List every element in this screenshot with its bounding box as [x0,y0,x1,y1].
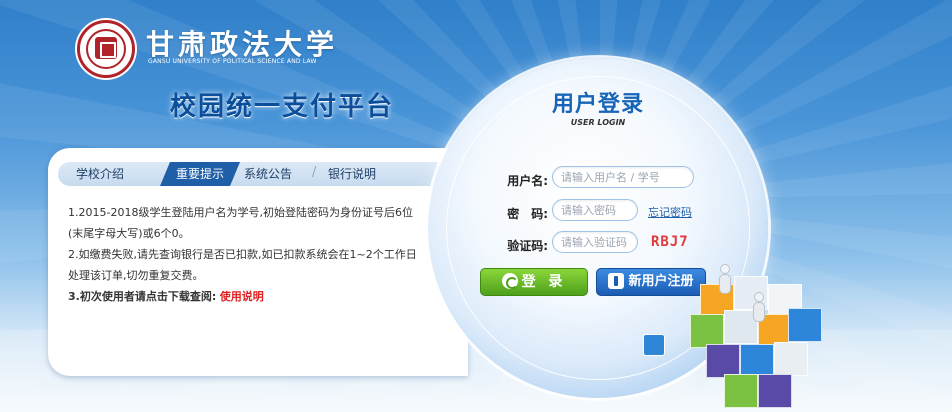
cube-cell [724,374,758,408]
user-manual-link[interactable]: 使用说明 [220,290,264,303]
info-tabs: 学校介绍 重要提示 系统公告 / 银行说明 [58,162,448,186]
login-arrow-icon [501,273,518,289]
register-info-icon [608,272,625,289]
cube-cell [774,342,808,376]
login-title: 用户登录 [551,92,644,117]
figure-icon [719,274,731,294]
notice-line-1: 1.2015-2018级学生登陆用户名为学号,初始登陆密码为身份证号后6位(末尾… [68,206,413,240]
username-label: 用户名: [507,174,548,188]
notice-line-3-text: 3.初次使用者请点击下载查阅: [68,290,217,303]
cube-cell [690,314,724,348]
notice-line-3: 3.初次使用者请点击下载查阅: 使用说明 [68,286,420,307]
cube-cell [740,344,774,378]
info-panel: 学校介绍 重要提示 系统公告 / 银行说明 1.2015-2018级学生登陆用户… [48,148,468,376]
tab-separator: / [312,165,317,180]
small-cube-icon [643,334,665,356]
university-name-en: GANSU UNIVERSITY OF POLITICAL SCIENCE AN… [148,58,317,65]
password-label: 密 码: [507,207,548,221]
university-seal-logo [77,20,135,78]
tab-bank-info[interactable]: 银行说明 [328,162,376,186]
login-subtitle: USER LOGIN [570,118,626,127]
tab-important-notice[interactable]: 重要提示 [160,162,240,186]
forgot-password-link[interactable]: 忘记密码 [648,204,692,220]
tab-school-intro[interactable]: 学校介绍 [76,162,124,186]
figure-icon [720,264,730,274]
cube-cell [706,344,740,378]
figure-icon [753,302,765,322]
seal-emblem [95,37,117,59]
login-button-label: 登 录 [521,274,567,290]
login-button[interactable]: 登 录 [480,268,588,296]
university-name: 甘肃政法大学 [146,28,339,61]
tab-system-announcement[interactable]: 系统公告 [244,162,292,186]
username-input[interactable] [552,166,694,188]
captcha-image[interactable]: RBJ7 [651,233,703,251]
cube-cell [758,374,792,408]
password-input[interactable] [552,199,638,221]
captcha-input[interactable] [552,231,638,253]
notice-line-2: 2.如缴费失败,请先查询银行是否已扣款,如已扣款系统会在1~2个工作日处理该订单… [68,248,417,282]
cube-cell [788,308,822,342]
figure-icon [754,292,764,302]
notice-text: 1.2015-2018级学生登陆用户名为学号,初始登陆密码为身份证号后6位(末尾… [68,202,420,307]
captcha-label: 验证码: [507,239,548,253]
rubik-cube-decoration [670,264,830,410]
platform-title: 校园统一支付平台 [170,92,395,122]
